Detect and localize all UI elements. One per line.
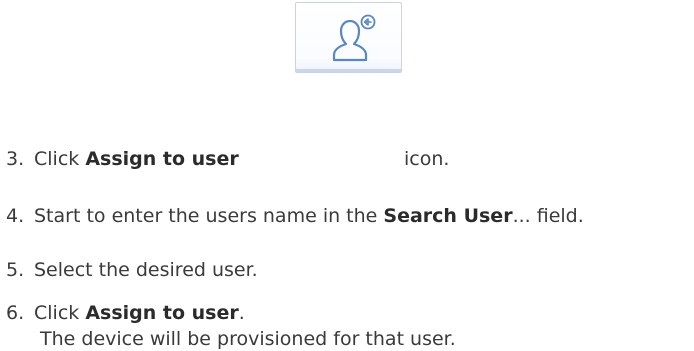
step-6-result: The device will be provisioned for that … [40, 328, 456, 350]
step-6: 6. Click Assign to user. [0, 301, 245, 325]
step-text-suffix: . [238, 302, 245, 324]
step-4: 4. Start to enter the users name in the S… [0, 204, 584, 228]
step-3-suffix: icon. [404, 147, 449, 171]
step-bold-label: Assign to user [85, 302, 239, 324]
step-number: 4. [6, 205, 25, 227]
assign-to-user-button[interactable] [295, 2, 402, 73]
step-bold-label: Search User [383, 205, 513, 227]
step-text-prefix: Click [34, 302, 86, 324]
step-text-prefix: Click [34, 148, 86, 170]
step-bold-label: Assign to user [85, 148, 239, 170]
step-text: Select the desired user. [34, 259, 258, 281]
step-number: 3. [6, 148, 25, 170]
step-text-suffix: icon. [404, 148, 450, 170]
step-text-suffix: ... field. [512, 205, 584, 227]
step-5: 5. Select the desired user. [0, 258, 258, 282]
step-text-prefix: Start to enter the users name in the [34, 205, 384, 227]
step-3: 3. Click Assign to user [0, 147, 239, 171]
step-number: 5. [6, 259, 25, 281]
step-number: 6. [6, 302, 25, 324]
assign-user-icon [332, 14, 376, 62]
